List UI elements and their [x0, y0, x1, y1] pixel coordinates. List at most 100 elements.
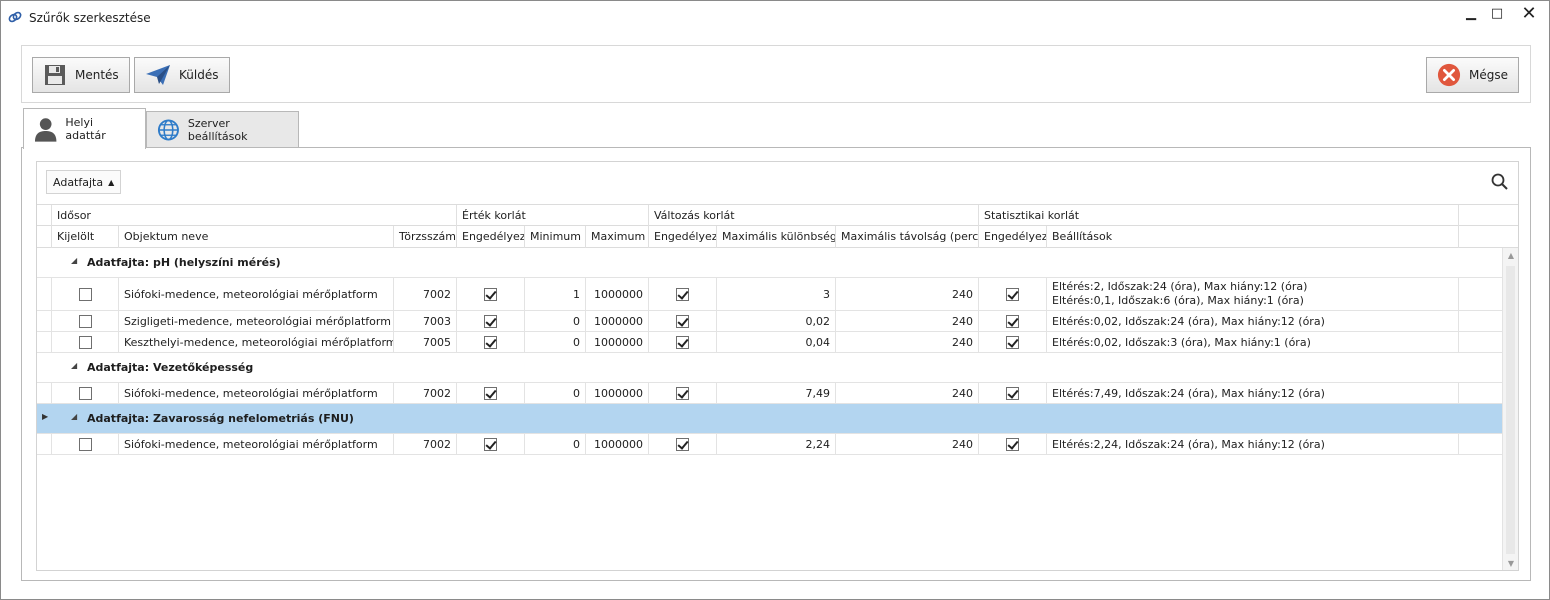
select-checkbox[interactable]	[78, 335, 92, 349]
group-row[interactable]: ◢ Adatfajta: pH (helyszíni mérés)	[37, 248, 1504, 278]
collapse-arrow-icon[interactable]: ◢	[71, 256, 77, 265]
change-enabled-checkbox[interactable]	[676, 314, 689, 328]
group-label: Adatfajta: Vezetőképesség	[87, 361, 254, 374]
collapse-arrow-icon[interactable]: ◢	[71, 361, 77, 370]
sort-ascending-icon: ▲	[108, 177, 115, 187]
value-enabled-cell[interactable]	[457, 383, 525, 403]
collapse-arrow-icon[interactable]: ◢	[71, 412, 77, 421]
select-checkbox[interactable]	[78, 437, 92, 451]
selected-cell[interactable]	[52, 332, 119, 352]
floppy-disk-icon	[45, 65, 65, 85]
stat-enabled-cell[interactable]	[979, 278, 1047, 310]
maximum-cell: 1000000	[586, 332, 649, 352]
group-row-selected[interactable]: ▶ ◢ Adatfajta: Zavarosság nefelometriás …	[37, 404, 1504, 434]
value-enabled-checkbox[interactable]	[484, 314, 497, 328]
current-row-indicator-icon: ▶	[42, 412, 49, 421]
column-header-max-diff[interactable]: Maximális különbség	[717, 226, 836, 248]
stat-enabled-checkbox[interactable]	[1006, 314, 1019, 328]
row-indicator	[37, 383, 52, 403]
group-chip-data-type[interactable]: Adatfajta ▲	[46, 170, 122, 194]
value-enabled-cell[interactable]	[457, 311, 525, 331]
settings-cell: Eltérés:0,02, Időszak:24 (óra), Max hián…	[1047, 311, 1459, 331]
stat-enabled-cell[interactable]	[979, 383, 1047, 403]
selected-cell[interactable]	[52, 278, 119, 310]
value-enabled-cell[interactable]	[457, 278, 525, 310]
stat-enabled-checkbox[interactable]	[1006, 437, 1019, 451]
maximize-button[interactable]: □	[1485, 1, 1509, 27]
value-enabled-cell[interactable]	[457, 434, 525, 454]
object-name-cell: Siófoki-medence, meteorológiai mérőplatf…	[119, 383, 394, 403]
maximum-cell: 1000000	[586, 383, 649, 403]
object-name-cell: Siófoki-medence, meteorológiai mérőplatf…	[119, 434, 394, 454]
title-bar: Szűrők szerkesztése ▁ □ ✕	[1, 1, 1549, 33]
value-enabled-checkbox[interactable]	[484, 437, 497, 451]
save-button[interactable]: Mentés	[32, 57, 130, 93]
user-icon	[34, 118, 57, 142]
group-chip-label: Adatfajta	[53, 175, 104, 189]
table-row[interactable]: Keszthelyi-medence, meteorológiai mérőpl…	[37, 332, 1504, 353]
column-header-change-enabled[interactable]: Engedélyez	[649, 226, 717, 248]
change-enabled-cell[interactable]	[649, 278, 717, 310]
tab-server-settings-label: Szerver beállítások	[187, 117, 248, 143]
change-enabled-checkbox[interactable]	[676, 437, 689, 451]
settings-cell: Eltérés:7,49, Időszak:24 (óra), Max hián…	[1047, 383, 1459, 403]
minimize-button[interactable]: ▁	[1459, 1, 1483, 27]
change-enabled-checkbox[interactable]	[676, 386, 689, 400]
table-row[interactable]: Siófoki-medence, meteorológiai mérőplatf…	[37, 278, 1504, 311]
column-header-max-dist[interactable]: Maximális távolság (perc)	[836, 226, 979, 248]
minimum-cell: 0	[525, 434, 586, 454]
scroll-down-icon[interactable]: ▼	[1503, 556, 1518, 570]
cancel-label: Mégse	[1469, 68, 1508, 82]
value-enabled-checkbox[interactable]	[484, 335, 497, 349]
scrollbar-thumb[interactable]	[1506, 266, 1515, 554]
selected-cell[interactable]	[52, 311, 119, 331]
value-enabled-checkbox[interactable]	[484, 386, 497, 400]
column-header-stat-enabled[interactable]: Engedélyez	[979, 226, 1047, 248]
stat-enabled-cell[interactable]	[979, 311, 1047, 331]
change-enabled-cell[interactable]	[649, 332, 717, 352]
column-header-maximum[interactable]: Maximum	[586, 226, 649, 248]
vertical-scrollbar[interactable]: ▲ ▼	[1502, 248, 1518, 570]
select-checkbox[interactable]	[78, 386, 92, 400]
stat-enabled-checkbox[interactable]	[1006, 287, 1019, 301]
table-row[interactable]: Szigligeti-medence, meteorológiai mérőpl…	[37, 311, 1504, 332]
value-enabled-checkbox[interactable]	[484, 287, 497, 301]
close-button[interactable]: ✕	[1511, 1, 1547, 27]
change-enabled-cell[interactable]	[649, 311, 717, 331]
band-header-stat-limit: Statisztikai korlát	[979, 205, 1459, 227]
stat-enabled-checkbox[interactable]	[1006, 335, 1019, 349]
change-enabled-cell[interactable]	[649, 434, 717, 454]
max-dist-cell: 240	[836, 383, 979, 403]
select-checkbox[interactable]	[78, 287, 92, 301]
select-checkbox[interactable]	[78, 314, 92, 328]
stat-enabled-checkbox[interactable]	[1006, 386, 1019, 400]
table-row[interactable]: Siófoki-medence, meteorológiai mérőplatf…	[37, 434, 1504, 455]
max-dist-cell: 240	[836, 434, 979, 454]
selected-cell[interactable]	[52, 383, 119, 403]
column-header-settings[interactable]: Beállítások	[1047, 226, 1459, 248]
send-button[interactable]: Küldés	[134, 57, 230, 93]
grid-body: ◢ Adatfajta: pH (helyszíni mérés) Siófok…	[37, 248, 1504, 570]
tab-server-settings[interactable]: Szerver beállítások	[146, 111, 299, 148]
value-enabled-cell[interactable]	[457, 332, 525, 352]
max-dist-cell: 240	[836, 311, 979, 331]
tab-local-store[interactable]: Helyi adattár	[23, 108, 146, 149]
stat-enabled-cell[interactable]	[979, 332, 1047, 352]
table-row[interactable]: Siófoki-medence, meteorológiai mérőplatf…	[37, 383, 1504, 404]
stat-enabled-cell[interactable]	[979, 434, 1047, 454]
group-row[interactable]: ◢ Adatfajta: Vezetőképesség	[37, 353, 1504, 383]
settings-line: Eltérés:2, Időszak:24 (óra), Max hiány:1…	[1052, 280, 1308, 293]
search-icon[interactable]	[1490, 172, 1510, 192]
window-title: Szűrők szerkesztése	[29, 11, 151, 25]
selected-cell[interactable]	[52, 434, 119, 454]
scroll-up-icon[interactable]: ▲	[1503, 248, 1518, 264]
column-header-selected[interactable]: Kijelölt	[52, 226, 119, 248]
column-header-station-id[interactable]: Törzsszám	[394, 226, 457, 248]
change-enabled-cell[interactable]	[649, 383, 717, 403]
column-header-object-name[interactable]: Objektum neve	[119, 226, 394, 248]
column-header-value-enabled[interactable]: Engedélyez	[457, 226, 525, 248]
column-header-minimum[interactable]: Minimum	[525, 226, 586, 248]
change-enabled-checkbox[interactable]	[676, 335, 689, 349]
cancel-button[interactable]: Mégse	[1426, 57, 1519, 93]
change-enabled-checkbox[interactable]	[676, 287, 689, 301]
